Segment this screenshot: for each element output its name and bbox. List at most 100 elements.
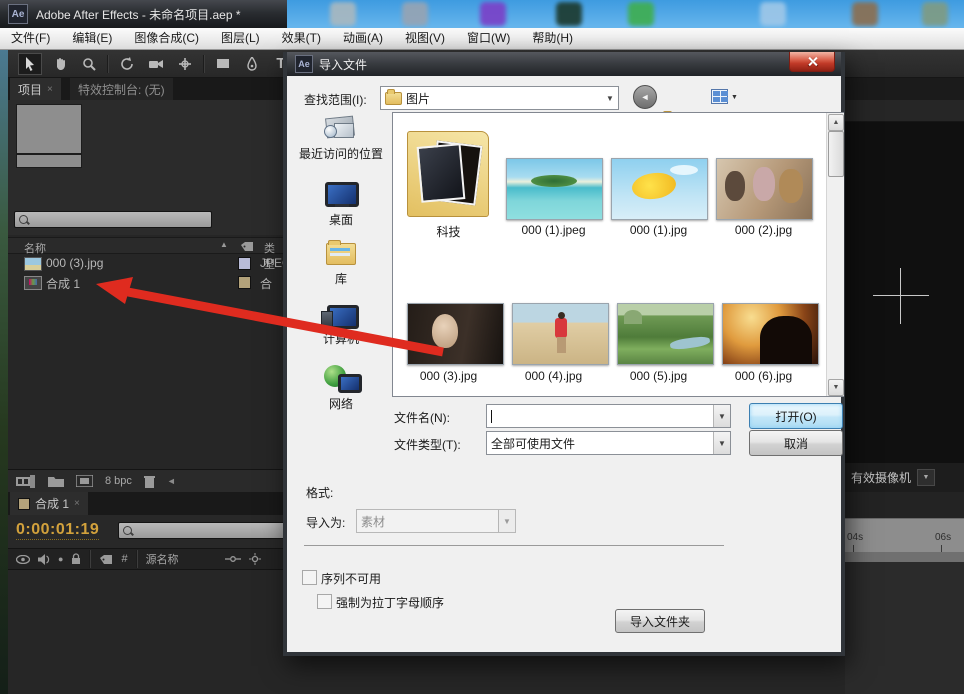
cancel-button[interactable]: 取消	[749, 430, 843, 456]
work-area-bar[interactable]	[845, 552, 964, 562]
new-composition-icon[interactable]	[76, 475, 93, 487]
zoom-tool-icon[interactable]	[78, 54, 100, 74]
chevron-down-icon[interactable]: ▼	[713, 405, 730, 427]
menu-item-layer[interactable]: 图层(L)	[210, 28, 271, 49]
project-row-comp[interactable]: 合成 1 合成	[8, 273, 283, 292]
source-name-column[interactable]: 源名称	[146, 551, 179, 567]
project-columns-header[interactable]: 名称 ▲ 类型	[8, 237, 283, 254]
new-folder-icon[interactable]	[48, 475, 64, 487]
tab-comp-timeline[interactable]: 合成 1 ×	[10, 492, 88, 515]
solo-icon[interactable]: ●	[58, 554, 63, 564]
audio-speaker-icon[interactable]	[38, 554, 50, 565]
file-list-scrollbar[interactable]: ▲ ▼	[826, 113, 844, 396]
chevron-down-icon[interactable]: ▼	[602, 87, 618, 109]
views-dropdown-icon[interactable]: ▼	[731, 94, 738, 101]
label-column-icon[interactable]	[99, 554, 113, 565]
menu-item-view[interactable]: 视图(V)	[394, 28, 456, 49]
hand-tool-icon[interactable]	[49, 54, 71, 74]
pan-behind-tool-icon[interactable]	[174, 54, 196, 74]
project-search-input[interactable]	[14, 211, 212, 228]
scroll-up-icon[interactable]: ▲	[828, 114, 844, 131]
menu-item-animation[interactable]: 动画(A)	[332, 28, 394, 49]
shape-tool-icon[interactable]	[212, 54, 234, 74]
label-column-icon[interactable]	[240, 241, 254, 252]
file-name[interactable]: 000 (4).jpg	[506, 369, 601, 383]
tab-effect-controls[interactable]: 特效控制台: (无)	[70, 78, 173, 100]
timeline-track-area[interactable]	[8, 570, 283, 694]
file-thumbnail[interactable]	[611, 158, 708, 220]
camera-tool-icon[interactable]	[145, 54, 167, 74]
menu-item-file[interactable]: 文件(F)	[0, 28, 61, 49]
project-preview-area	[8, 100, 283, 235]
rotate-tool-icon[interactable]	[116, 54, 138, 74]
folder-icon	[385, 92, 402, 105]
dialog-titlebar[interactable]: Ae 导入文件	[287, 52, 841, 76]
sort-ascending-icon[interactable]: ▲	[220, 240, 228, 249]
tab-close-icon[interactable]: ×	[47, 84, 53, 95]
bit-depth-label[interactable]: 8 bpc	[105, 475, 132, 487]
label-color-swatch[interactable]	[238, 276, 251, 289]
file-name[interactable]: 000 (6).jpg	[716, 369, 811, 383]
file-thumbnail[interactable]	[722, 303, 819, 365]
open-button[interactable]: 打开(O)	[749, 403, 843, 429]
selection-tool-icon[interactable]	[18, 53, 42, 75]
project-row-jpg[interactable]: 000 (3).jpg JPEG	[8, 254, 283, 273]
lock-icon[interactable]	[71, 553, 81, 565]
tab-project[interactable]: 项目 ×	[10, 78, 61, 100]
file-name[interactable]: 000 (1).jpg	[611, 223, 706, 237]
alphabetical-checkbox[interactable]	[317, 594, 332, 609]
dialog-close-button[interactable]	[789, 52, 835, 72]
camera-view-dropdown-icon[interactable]: ▼	[917, 469, 935, 486]
camera-view-select[interactable]: 有效摄像机	[851, 469, 911, 486]
filetype-combobox[interactable]: 全部可使用文件 ▼	[486, 431, 731, 455]
timeline-search-input[interactable]	[118, 522, 290, 539]
filetype-value: 全部可使用文件	[491, 435, 575, 452]
menu-item-edit[interactable]: 编辑(E)	[61, 28, 123, 49]
sidebar-item-desktop[interactable]: 桌面	[298, 211, 384, 228]
chevron-down-icon[interactable]: ▼	[498, 510, 515, 532]
sidebar-item-network[interactable]: 网络	[298, 395, 384, 412]
back-button[interactable]: ◄	[633, 85, 657, 109]
desktop-place-icon	[335, 204, 349, 207]
file-thumbnail[interactable]	[506, 158, 603, 220]
menu-item-window[interactable]: 窗口(W)	[456, 28, 521, 49]
parent-pickwhip-icon[interactable]	[225, 554, 241, 564]
tab-close-icon[interactable]: ×	[74, 498, 80, 509]
scrollbar-thumb[interactable]	[828, 131, 844, 177]
sidebar-item-computer[interactable]: 计算机	[298, 330, 384, 347]
file-name[interactable]: 000 (1).jpeg	[506, 223, 601, 237]
lookin-combobox[interactable]: 图片 ▼	[380, 86, 619, 110]
file-name[interactable]: 000 (2).jpg	[716, 223, 811, 237]
pen-tool-icon[interactable]	[241, 54, 263, 74]
interpret-footage-icon[interactable]	[16, 475, 36, 488]
sidebar-item-libraries[interactable]: 库	[298, 270, 384, 287]
chevron-down-icon[interactable]: ▼	[713, 432, 730, 454]
file-thumbnail[interactable]	[617, 303, 714, 365]
menu-item-effect[interactable]: 效果(T)	[271, 28, 332, 49]
scroll-down-icon[interactable]: ▼	[828, 379, 844, 396]
timeline-switches-icon[interactable]	[249, 553, 261, 565]
current-timecode[interactable]: 0:00:01:19	[16, 521, 99, 540]
collapse-panel-icon[interactable]: ◄	[167, 476, 176, 486]
composition-viewer[interactable]	[845, 122, 964, 462]
file-folder-tech[interactable]	[407, 125, 491, 217]
label-color-swatch[interactable]	[238, 257, 251, 270]
trash-icon[interactable]	[144, 475, 155, 488]
file-name[interactable]: 000 (3).jpg	[401, 369, 496, 383]
sequence-checkbox[interactable]	[302, 570, 317, 585]
layer-number-column[interactable]: #	[121, 553, 127, 565]
video-visibility-eye-icon[interactable]	[16, 555, 30, 564]
file-thumbnail[interactable]	[716, 158, 813, 220]
filename-combobox[interactable]: ▼	[486, 404, 731, 428]
menu-item-help[interactable]: 帮助(H)	[521, 28, 584, 49]
import-as-combobox[interactable]: 素材 ▼	[356, 509, 516, 533]
file-name[interactable]: 科技	[401, 223, 496, 240]
menu-item-composition[interactable]: 图像合成(C)	[123, 28, 210, 49]
time-ruler[interactable]: 04s 06s	[845, 518, 964, 552]
file-thumbnail[interactable]	[512, 303, 609, 365]
import-folder-button[interactable]: 导入文件夹	[615, 609, 705, 633]
file-name[interactable]: 000 (5).jpg	[611, 369, 706, 383]
sidebar-item-recent-places[interactable]: 最近访问的位置	[298, 145, 384, 162]
file-thumbnail[interactable]	[407, 303, 504, 365]
views-menu-button[interactable]	[711, 89, 728, 104]
